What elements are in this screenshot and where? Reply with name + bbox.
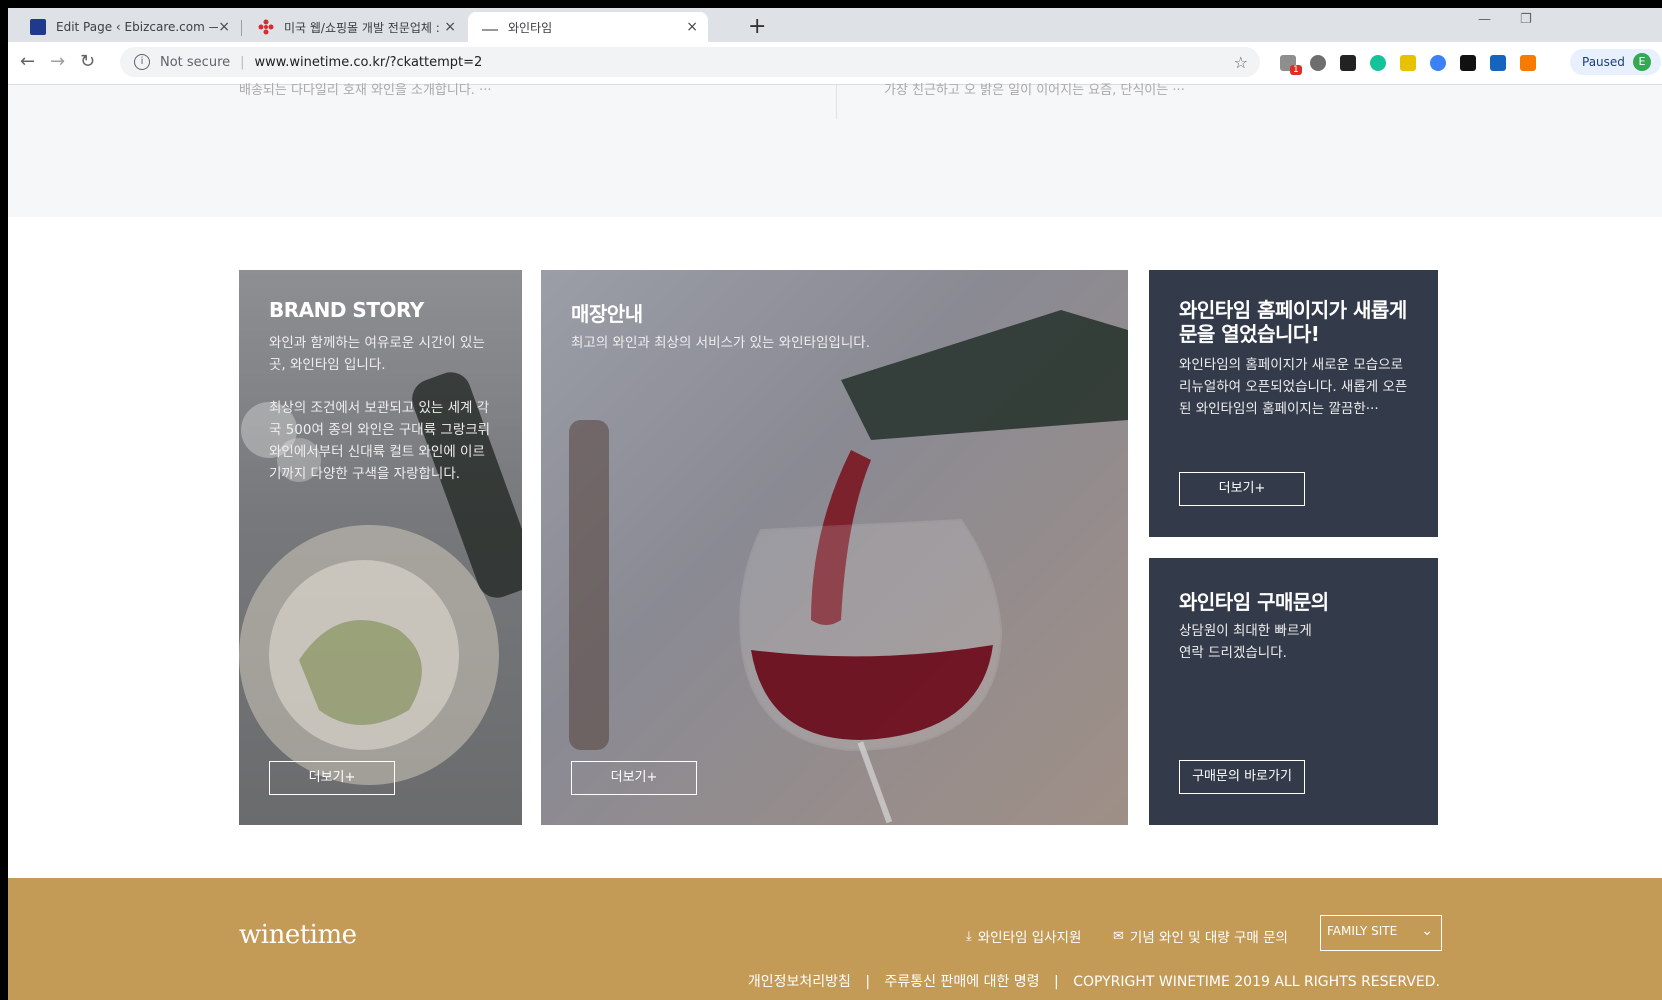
tab-wordpress[interactable]: Edit Page ‹ Ebizcare.com — WordPress × [16, 12, 240, 42]
liquor-notice-link[interactable]: 주류통신 판매에 대한 명령 [885, 974, 1040, 990]
tab-title: 미국 웹/쇼핑몰 개발 전문업체 : Ebizcare [284, 20, 444, 35]
minimize-icon[interactable]: — [1478, 12, 1491, 27]
store-info-card: 매장안내 최고의 와인과 최상의 서비스가 있는 와인타임입니다. 더보기+ [541, 270, 1128, 825]
tab-close-icon[interactable]: × [444, 19, 456, 35]
card-title: 와인타임 구매문의 [1179, 590, 1329, 614]
extension-globe-icon[interactable] [1430, 55, 1446, 71]
card-text: 와인과 함께하는 여유로운 시간이 있는 곳, 와인타임 입니다. [269, 335, 485, 373]
chevron-down-icon: ⌄ [1421, 923, 1433, 939]
news-section-bottom: 배송되는 다다일리 호재 와인을 소개합니다. ··· 가장 친근하고 오 밝은… [8, 83, 1662, 217]
brand-story-card: BRAND STORY 와인과 함께하는 여유로운 시간이 있는 곳, 와인타임… [239, 270, 522, 825]
ebizcare-favicon-icon [30, 19, 46, 35]
card-text: 와인타임의 홈페이지가 새로운 모습으로 리뉴얼하여 오픈되었습니다. 새롭게 … [1179, 357, 1408, 417]
bookmark-star-icon[interactable]: ☆ [1234, 53, 1248, 72]
family-site-select[interactable]: FAMILY SITE ⌄ [1320, 915, 1442, 951]
extension-blue-icon[interactable] [1490, 55, 1506, 71]
forward-icon[interactable]: → [50, 51, 65, 72]
tab-strip: Edit Page ‹ Ebizcare.com — WordPress × 미… [8, 8, 1662, 42]
news-card: 와인타임 홈페이지가 새롭게 문을 열었습니다! 와인타임의 홈페이지가 새로운… [1149, 270, 1438, 537]
separator: | [1054, 974, 1059, 990]
cut-off-text: 배송되는 다다일리 호재 와인을 소개합니다. ··· [239, 83, 492, 98]
more-button[interactable]: 더보기+ [571, 761, 697, 795]
tab-winetime[interactable]: 와인타임 × [468, 12, 708, 42]
reload-icon[interactable]: ↻ [80, 51, 95, 72]
card-title: BRAND STORY [269, 298, 424, 322]
back-icon[interactable]: ← [20, 51, 35, 72]
tab-title: 와인타임 [508, 20, 553, 35]
flower-favicon-icon [258, 19, 274, 35]
winetime-logo[interactable]: winetime [239, 920, 357, 950]
more-button[interactable]: 더보기+ [269, 761, 395, 795]
purchase-inquiry-card: 와인타임 구매문의 상담원이 최대한 빠르게 연락 드리겠습니다. 구매문의 바… [1149, 558, 1438, 825]
winetime-favicon-icon [482, 29, 498, 33]
info-icon[interactable]: i [134, 54, 150, 70]
restore-icon[interactable]: ❐ [1520, 12, 1532, 27]
tampermonkey-icon[interactable] [1340, 55, 1356, 71]
tab-title: Edit Page ‹ Ebizcare.com — WordPress [56, 20, 218, 34]
bulk-inquiry-link[interactable]: ✉ 기념 와인 및 대량 구매 문의 [1113, 926, 1288, 947]
family-site-label: FAMILY SITE [1327, 924, 1398, 938]
careers-link[interactable]: ⤓ 와인타임 입사지원 [966, 926, 1082, 947]
profile-status: Paused [1582, 55, 1625, 69]
profile-button[interactable]: Paused E [1570, 49, 1661, 75]
grammarly-icon[interactable] [1370, 55, 1386, 71]
tab-ebizcare[interactable]: 미국 웹/쇼핑몰 개발 전문업체 : Ebizcare × [244, 12, 466, 42]
avatar: E [1632, 53, 1651, 71]
footer: winetime ⤓ 와인타임 입사지원 ✉ 기념 와인 및 대량 구매 문의 … [8, 878, 1662, 1000]
mail-icon: ✉ [1113, 928, 1124, 944]
download-icon: ⤓ [966, 928, 972, 944]
card-text: 상담원이 최대한 빠르게 연락 드리겠습니다. [1179, 623, 1312, 661]
browser-window: Edit Page ‹ Ebizcare.com — WordPress × 미… [8, 8, 1662, 1000]
card-title: 매장안내 [571, 302, 643, 326]
careers-label: 와인타임 입사지원 [977, 930, 1082, 946]
footer-bottom: 개인정보처리방침 | 주류통신 판매에 대한 명령 | COPYRIGHT WI… [748, 971, 1440, 991]
address-bar[interactable]: i Not secure | www.winetime.co.kr/?ckatt… [120, 47, 1260, 77]
page-content: 배송되는 다다일리 호재 와인을 소개합니다. ··· 가장 친근하고 오 밝은… [8, 83, 1662, 1000]
cut-off-text: 가장 친근하고 오 밝은 일이 이어지는 요즘, 단식이는 ··· [884, 83, 1185, 98]
copyright: COPYRIGHT WINETIME 2019 ALL RIGHTS RESER… [1073, 974, 1440, 990]
url-text[interactable]: www.winetime.co.kr/?ckattempt=2 [255, 55, 483, 70]
divider: | [240, 54, 245, 70]
tab-separator [241, 20, 242, 36]
tab-close-icon[interactable]: × [218, 19, 230, 35]
new-tab-icon[interactable]: + [748, 14, 766, 39]
card-text: 최고의 와인과 최상의 서비스가 있는 와인타임입니다. [571, 335, 870, 351]
extension-a-icon[interactable] [1460, 55, 1476, 71]
more-button[interactable]: 더보기+ [1179, 472, 1305, 506]
card-text: 최상의 조건에서 보관되고 있는 세계 각국 500여 종의 와인은 구대륙 그… [269, 400, 491, 482]
privacy-link[interactable]: 개인정보처리방침 [748, 974, 851, 990]
card-title: 와인타임 홈페이지가 새롭게 문을 열었습니다! [1179, 298, 1407, 346]
extension-badge: 1 [1290, 65, 1302, 75]
extension-ex-icon[interactable] [1520, 55, 1536, 71]
tab-close-icon[interactable]: × [686, 19, 698, 35]
divider [836, 85, 837, 119]
extension-yellow-icon[interactable] [1400, 55, 1416, 71]
skype-icon[interactable] [1310, 55, 1326, 71]
bulk-label: 기념 와인 및 대량 구매 문의 [1129, 930, 1288, 946]
separator: | [865, 974, 871, 990]
security-status: Not secure [160, 54, 231, 70]
inquiry-button[interactable]: 구매문의 바로가기 [1179, 760, 1305, 794]
